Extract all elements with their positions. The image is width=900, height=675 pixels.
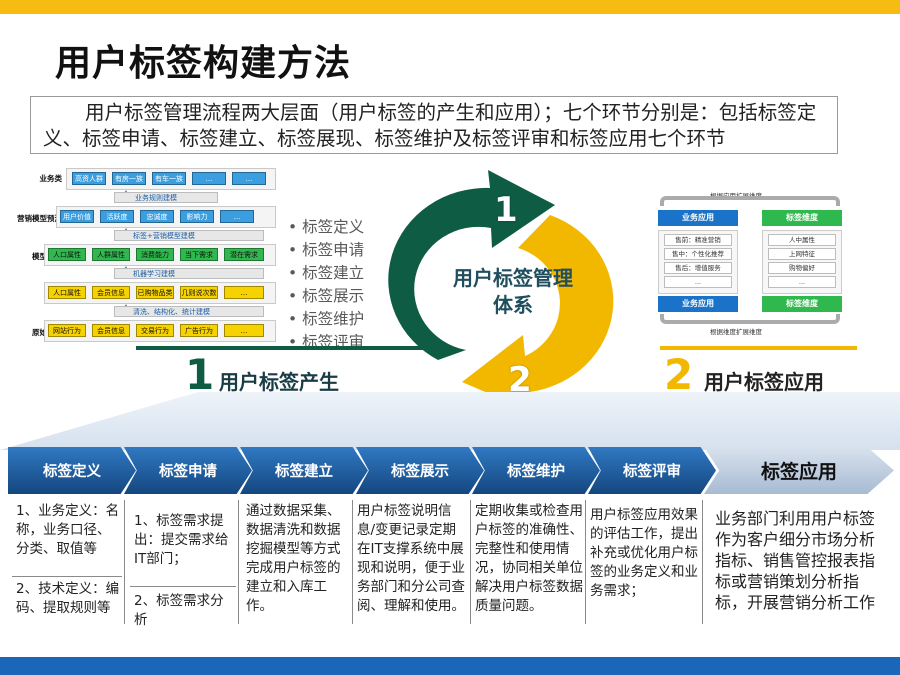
stage-chevron-apply: 标签申请 xyxy=(124,447,252,494)
apply-desc-analysis: 2、标签需求分析 xyxy=(134,593,224,628)
tag-chip: 影响力 xyxy=(180,210,214,223)
tag-chip: 用户价值 xyxy=(60,210,94,223)
stage-chevron-review: 标签评审 xyxy=(588,447,716,494)
review-desc: 用户标签应用效果的评估工作，提出补充或优化用户标签的业务定义和业务需求； xyxy=(590,507,698,599)
intro-text-box: 用户标签管理流程两大层面（用户标签的产生和应用）；七个环节分别是：包括标签定义、… xyxy=(30,96,838,154)
tag-chip: 几则说次数 xyxy=(180,286,218,299)
tag-chip: 会员信息 xyxy=(92,286,130,299)
business-cell: 售前：精准营销 xyxy=(664,234,732,246)
dimension-cell: ... xyxy=(768,276,836,288)
define-desc-business: 1、业务定义：名称，业务口径、分类、取值等 xyxy=(16,503,120,557)
tag-chip: 有车一族 xyxy=(152,172,186,185)
cycle-center-title: 用户标签管理体系 xyxy=(453,266,573,317)
bottom-accent-bar xyxy=(0,657,900,675)
bullet-item: 标签展示 xyxy=(288,285,364,308)
tag-chip: ... xyxy=(232,172,266,185)
tag-chip: 消费能力 xyxy=(136,248,174,261)
define-desc-technical: 2、技术定义：编码、提取规则等 xyxy=(16,581,120,616)
tag-chip: 人口属性 xyxy=(48,248,86,261)
section1-underline xyxy=(136,346,436,350)
dimension-cell: 人中属性 xyxy=(768,234,836,246)
cycle-number-1: 1 xyxy=(494,190,518,230)
tag-chip: 交易行为 xyxy=(136,324,174,337)
layer-label: 营销模型预测 xyxy=(17,214,62,223)
tag-chip: ... xyxy=(192,172,226,185)
tag-chip: 网站行为 xyxy=(48,324,86,337)
business-cell: 售中：个性化推荐 xyxy=(664,248,732,260)
model-band: 机器学习建模 xyxy=(114,268,264,279)
stage-chevron-maintain: 标签维护 xyxy=(472,447,600,494)
layer-label: 业务类 xyxy=(39,174,63,183)
section1-label: 用户标签产生 xyxy=(219,370,339,394)
tag-dimension-footer: 标签维度 xyxy=(762,296,842,312)
tag-chip: 当下需求 xyxy=(180,248,218,261)
tag-chip: 活跃度 xyxy=(100,210,134,223)
application-diagram: 根据应用扩展维度 业务应用 标签维度 售前：精准营销 售中：个性化推荐 售后：增… xyxy=(650,188,850,338)
top-accent-bar xyxy=(0,0,900,14)
tag-chip: 有房一族 xyxy=(112,172,146,185)
tag-chip: ... xyxy=(224,324,264,337)
stage-chevron-display: 标签展示 xyxy=(356,447,484,494)
business-app-footer: 业务应用 xyxy=(658,296,738,312)
bullet-item: 标签定义 xyxy=(288,216,364,239)
display-desc: 用户标签说明信息/变更记录定期在IT支撑系统中展现和说明，便于业务部门和分公司查… xyxy=(357,503,465,614)
maintain-desc: 定期收集或检查用户标签的准确性、完整性和使用情况，协同相关单位解决用户标签数据质… xyxy=(475,503,583,614)
tag-chip: ... xyxy=(224,286,264,299)
bottom-dimension-label: 根据维度扩展维度 xyxy=(710,328,762,336)
tag-chip: 人口属性 xyxy=(48,286,86,299)
tag-layer-diagram: 业务类 高资人群 有房一族 有车一族 ... ... 业务规则建模 营销模型预测… xyxy=(0,166,280,346)
model-band: 标签+营销模型建模 xyxy=(114,230,264,241)
bullet-item: 标签评审 xyxy=(288,331,364,354)
stage-bullet-list: 标签定义 标签申请 标签建立 标签展示 标签维护 标签评审 xyxy=(288,216,364,354)
stage-chevron-define: 标签定义 xyxy=(8,447,136,494)
page-title: 用户标签构建方法 xyxy=(55,43,352,84)
build-desc: 通过数据采集、数据清洗和数据挖掘模型等方式完成用户标签的建立和入库工作。 xyxy=(246,503,341,614)
process-backdrop xyxy=(0,392,900,450)
tag-dimension-header: 标签维度 xyxy=(762,210,842,226)
dimension-cell: 上网特征 xyxy=(768,248,836,260)
tag-chip: 潜在需求 xyxy=(224,248,264,261)
section2-number: 2 xyxy=(664,350,694,399)
business-cell: 售后：增值服务 xyxy=(664,262,732,274)
model-band: 清洗、结构化、统计建模 xyxy=(114,306,264,317)
tag-chip: 会员信息 xyxy=(92,324,130,337)
bullet-item: 标签维护 xyxy=(288,308,364,331)
section2-label: 用户标签应用 xyxy=(704,370,824,394)
dimension-cell: 购物偏好 xyxy=(768,262,836,274)
stage-chevron-application: 标签应用 xyxy=(704,447,894,494)
tag-chip: 广告行为 xyxy=(180,324,218,337)
tag-chip: ... xyxy=(220,210,254,223)
bullet-item: 标签申请 xyxy=(288,239,364,262)
tag-chip: 已购物品类 xyxy=(136,286,174,299)
business-cell: ... xyxy=(664,276,732,288)
apply-desc-submit: 1、标签需求提出：提交需求给IT部门； xyxy=(134,513,229,567)
business-app-header: 业务应用 xyxy=(658,210,738,226)
tag-chip: 人群属性 xyxy=(92,248,130,261)
tag-chip: 高资人群 xyxy=(72,172,106,185)
section1-number: 1 xyxy=(185,350,215,399)
application-desc: 业务部门利用用户标签作为客户细分市场分析指标、销售管控报表指标或营销策划分析指标… xyxy=(715,509,876,612)
stage-chevron-build: 标签建立 xyxy=(240,447,368,494)
tag-chip: 忠诚度 xyxy=(140,210,174,223)
bullet-item: 标签建立 xyxy=(288,262,364,285)
model-band: 业务规则建模 xyxy=(114,192,218,203)
